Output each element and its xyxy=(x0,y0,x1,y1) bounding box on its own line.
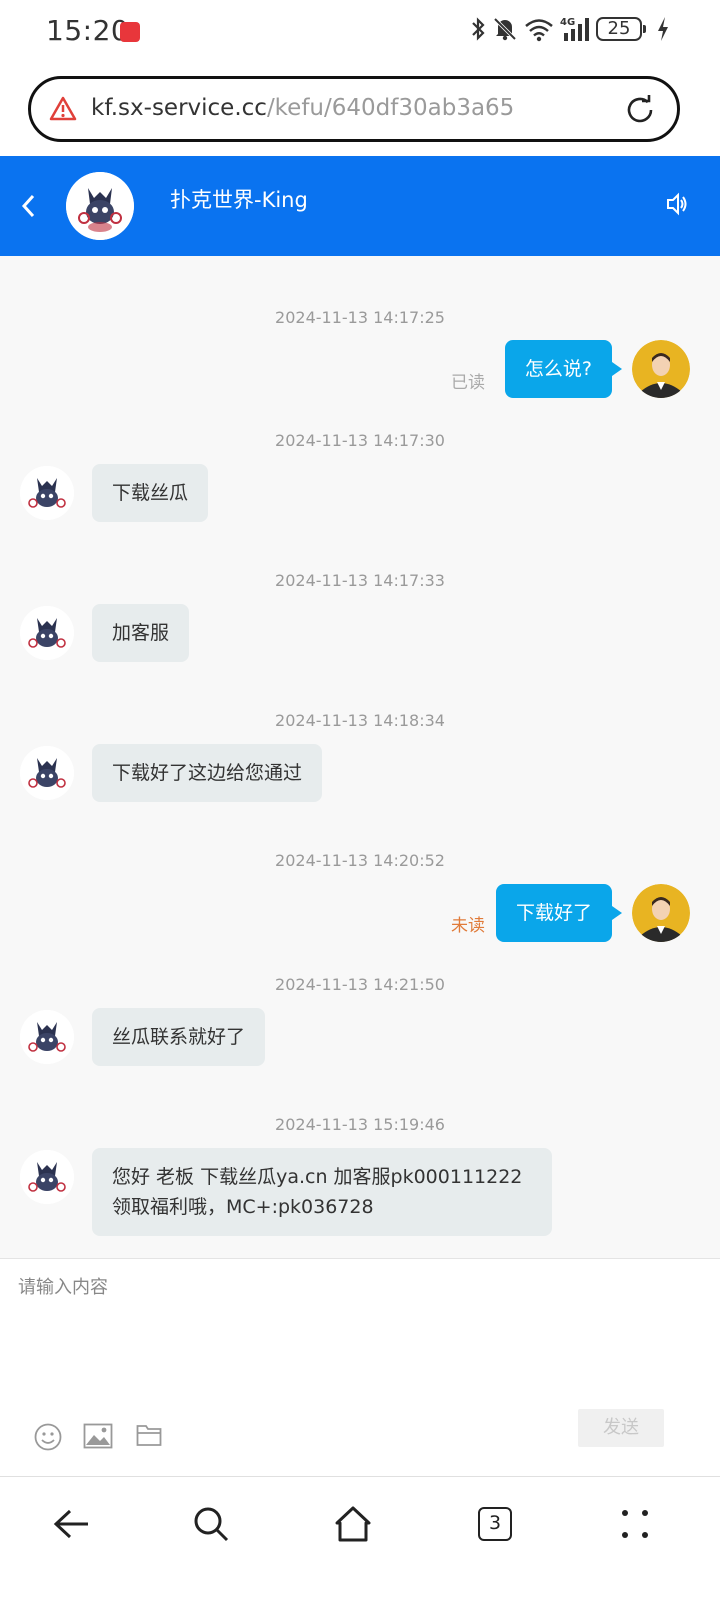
agent-avatar-small xyxy=(20,606,74,660)
charging-icon xyxy=(658,17,668,41)
mute-bell-icon xyxy=(493,17,517,41)
message-bubble-sent[interactable]: 下载好了 xyxy=(495,884,623,942)
url-text[interactable]: kf.sx-service.cc/kefu/640df30ab3a65 xyxy=(91,95,514,121)
agent-avatar xyxy=(66,172,134,240)
message-timestamp: 2024-11-13 14:20:52 xyxy=(275,851,445,870)
menu-dots-icon[interactable] xyxy=(618,1505,652,1543)
battery-indicator: 25 xyxy=(596,17,646,41)
tab-count: 3 xyxy=(478,1507,512,1541)
bluetooth-icon xyxy=(472,17,485,41)
chat-header: 扑克世界-King xyxy=(0,156,720,256)
message-line: 领取福利哦，MC+:pk036728 xyxy=(112,1196,374,1218)
wifi-icon xyxy=(525,19,553,42)
send-button[interactable]: 发送 xyxy=(578,1409,664,1447)
message-bubble-received[interactable]: 加客服 xyxy=(92,604,190,662)
url-path: /kefu/640df30ab3a65 xyxy=(266,95,515,121)
warning-icon[interactable] xyxy=(49,96,77,122)
back-icon[interactable] xyxy=(18,192,38,220)
message-list[interactable]: 2024-11-13 14:17:25 已读 怎么说? 2024-11-13 1… xyxy=(0,256,720,1258)
emoji-icon[interactable] xyxy=(34,1423,62,1451)
url-host: kf.sx-service.cc xyxy=(91,95,267,121)
composer: 请输入内容 发送 xyxy=(0,1258,720,1476)
message-line: 您好 老板 下载丝瓜ya.cn 加客服pk000111222 xyxy=(112,1166,523,1188)
agent-avatar-small xyxy=(20,466,74,520)
chat-title: 扑克世界-King xyxy=(170,188,308,212)
home-icon[interactable] xyxy=(334,1505,372,1543)
message-bubble-sent[interactable]: 怎么说? xyxy=(504,340,623,398)
status-bar: 15:20 4G 25 xyxy=(0,0,720,64)
back-arrow-icon[interactable] xyxy=(52,1505,90,1543)
browser-bottom-nav: 3 xyxy=(0,1476,720,1600)
message-input[interactable]: 请输入内容 xyxy=(18,1273,108,1299)
user-avatar xyxy=(632,884,690,942)
message-bubble-received[interactable]: 丝瓜联系就好了 xyxy=(92,1008,266,1066)
message-timestamp: 2024-11-13 14:18:34 xyxy=(275,711,445,730)
signal-4g-icon: 4G xyxy=(560,17,589,41)
address-bar[interactable]: kf.sx-service.cc/kefu/640df30ab3a65 xyxy=(28,76,680,142)
agent-avatar-small xyxy=(20,1150,74,1204)
read-status: 已读 xyxy=(451,373,485,393)
message-timestamp: 2024-11-13 14:21:50 xyxy=(275,975,445,994)
message-timestamp: 2024-11-13 15:19:46 xyxy=(275,1115,445,1134)
agent-avatar-small xyxy=(20,1010,74,1064)
message-bubble-received[interactable]: 您好 老板 下载丝瓜ya.cn 加客服pk000111222 领取福利哦，MC+… xyxy=(92,1148,552,1236)
message-timestamp: 2024-11-13 14:17:33 xyxy=(275,571,445,590)
status-icons: 4G 25 xyxy=(470,16,670,42)
message-bubble-received[interactable]: 下载丝瓜 xyxy=(92,464,209,522)
user-avatar xyxy=(632,340,690,398)
reload-icon[interactable] xyxy=(623,93,657,127)
folder-icon[interactable] xyxy=(136,1423,162,1447)
message-timestamp: 2024-11-13 14:17:25 xyxy=(275,308,445,327)
speaker-icon[interactable] xyxy=(666,192,688,216)
network-type: 4G xyxy=(560,17,575,28)
app-notification-icon xyxy=(120,22,140,42)
message-bubble-received[interactable]: 下载好了这边给您通过 xyxy=(92,744,323,802)
search-icon[interactable] xyxy=(192,1505,230,1543)
status-time: 15:20 xyxy=(46,14,130,47)
message-timestamp: 2024-11-13 14:17:30 xyxy=(275,431,445,450)
unread-status: 未读 xyxy=(451,916,485,936)
tabs-button[interactable]: 3 xyxy=(478,1507,512,1541)
agent-avatar-small xyxy=(20,746,74,800)
image-icon[interactable] xyxy=(83,1423,113,1449)
